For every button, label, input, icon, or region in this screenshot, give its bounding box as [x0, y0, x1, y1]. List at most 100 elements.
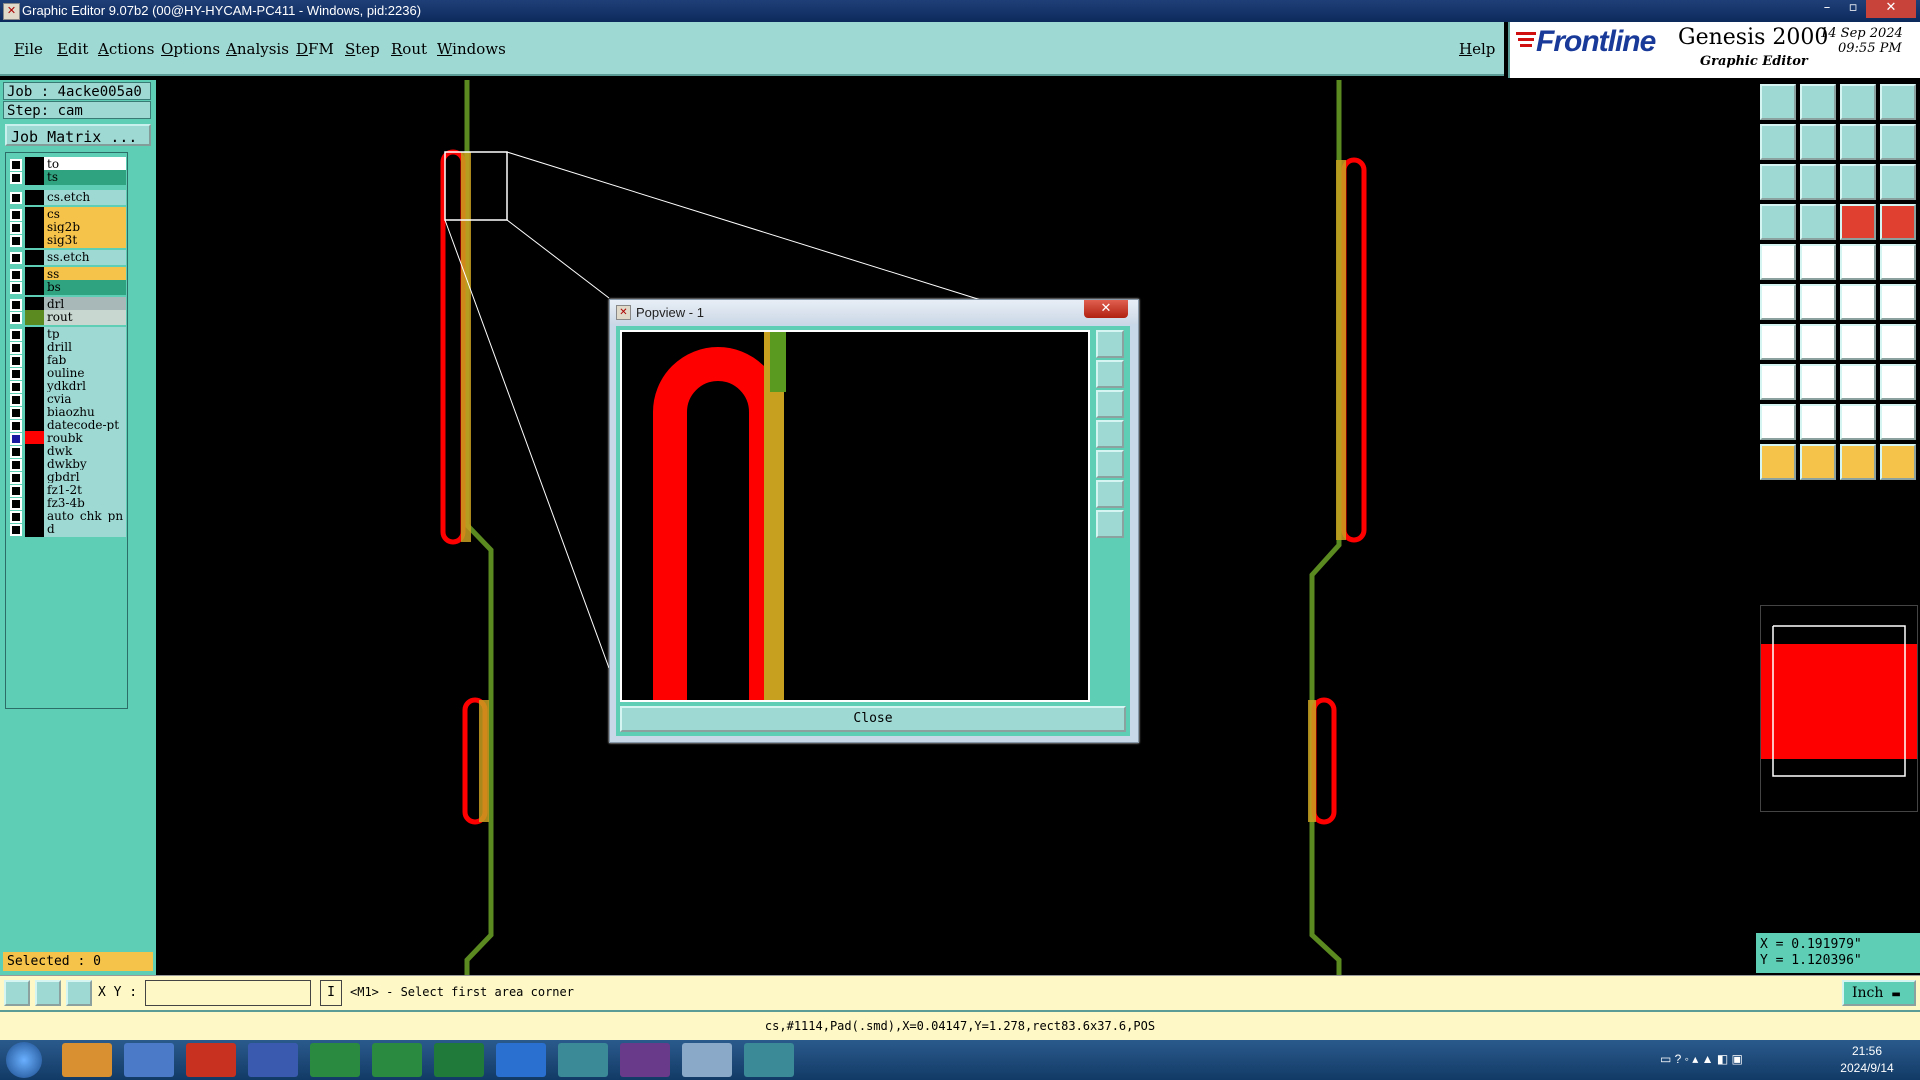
layer-color-swatch[interactable] [25, 310, 44, 325]
help-icon[interactable] [1880, 164, 1916, 200]
fit-icon[interactable] [1760, 164, 1796, 200]
taskbar-docs-icon[interactable] [682, 1043, 732, 1077]
taskbar-arrow-icon[interactable] [496, 1043, 546, 1077]
a2-icon[interactable] [1840, 404, 1876, 440]
layer-color-swatch[interactable] [25, 250, 44, 265]
home-icon[interactable] [1840, 84, 1876, 120]
a-icon[interactable] [1800, 404, 1836, 440]
arc-icon[interactable] [1840, 324, 1876, 360]
layout-icon[interactable] [1880, 84, 1916, 120]
taskbar-shell-icon[interactable] [62, 1043, 112, 1077]
popview-canvas[interactable] [620, 330, 1090, 702]
clock-date[interactable]: 2024/9/14 [1826, 1061, 1908, 1075]
popview-zoom-out-icon[interactable] [1096, 510, 1124, 538]
grid-icon[interactable] [66, 980, 92, 1006]
resize-icon[interactable] [1840, 364, 1876, 400]
layer-color-swatch[interactable] [25, 233, 44, 248]
menu-help[interactable]: Help [1459, 40, 1495, 58]
probe-icon[interactable] [1800, 204, 1836, 240]
layer-name[interactable]: ts [44, 170, 126, 185]
popview-zoom-fit-icon[interactable] [1096, 330, 1124, 358]
taskbar-x-icon[interactable] [620, 1043, 670, 1077]
pan-left-icon[interactable] [1760, 124, 1796, 160]
popview-close-icon[interactable]: ✕ [1084, 300, 1128, 318]
line-red-icon[interactable] [1800, 244, 1836, 280]
taskbar-notepad-icon[interactable] [124, 1043, 174, 1077]
circle-icon[interactable] [1880, 244, 1916, 280]
pointer-icon[interactable] [1760, 444, 1796, 480]
layer-checkbox[interactable] [10, 252, 22, 264]
snap-icon[interactable] [4, 980, 30, 1006]
layer-color-swatch[interactable] [25, 522, 44, 537]
taskbar-p-icon[interactable] [310, 1043, 360, 1077]
popview-pan-right-icon[interactable] [1096, 450, 1124, 478]
rout-chain-icon[interactable] [1840, 204, 1876, 240]
menu-rout[interactable]: Rout [391, 40, 427, 58]
compare-icon[interactable] [1880, 204, 1916, 240]
popview-zoom-in-icon[interactable] [1096, 480, 1124, 508]
taskbar-eye-icon[interactable] [558, 1043, 608, 1077]
layer-row[interactable]: d [6, 522, 127, 537]
slash-icon[interactable] [1800, 324, 1836, 360]
flip-icon[interactable] [1880, 124, 1916, 160]
popview-pan-left-icon[interactable] [1096, 420, 1124, 448]
layer-checkbox[interactable] [10, 192, 22, 204]
popview-title-bar[interactable]: ✕ Popview - 1 ✕ [610, 300, 1138, 324]
minus-icon[interactable] [1800, 364, 1836, 400]
cross-icon[interactable] [1800, 284, 1836, 320]
maximize-button[interactable]: ▫ [1840, 0, 1866, 18]
layer-row[interactable]: rout [6, 310, 127, 325]
menu-windows[interactable]: Windows [437, 40, 506, 58]
snap-point-icon[interactable] [1880, 284, 1916, 320]
move-icon[interactable] [1760, 284, 1796, 320]
layer-color-swatch[interactable] [25, 190, 44, 205]
layer-color-swatch[interactable] [25, 170, 44, 185]
cursor-mode-icon[interactable]: I [320, 980, 342, 1006]
drill-icon[interactable] [1760, 204, 1796, 240]
open-job-icon[interactable] [1760, 84, 1796, 120]
triangle-icon[interactable] [1760, 404, 1796, 440]
taskbar-excel-icon[interactable] [434, 1043, 484, 1077]
tray-icons[interactable]: ▭ ? ◦ ▴ ▲ ◧ ▣ [1660, 1052, 1810, 1068]
layer-row[interactable]: sig3t [6, 233, 127, 248]
ruler-icon[interactable] [1840, 244, 1876, 280]
pad-icon[interactable] [1760, 244, 1796, 280]
taskbar-eye2-icon[interactable] [744, 1043, 794, 1077]
menu-options[interactable]: Options [161, 40, 220, 58]
popview-pan-down-icon[interactable] [1096, 390, 1124, 418]
polygon-icon[interactable] [1880, 324, 1916, 360]
save-icon[interactable] [1800, 84, 1836, 120]
layer-checkbox[interactable] [10, 235, 22, 247]
layer-name[interactable]: bs [44, 280, 126, 295]
layer-checkbox[interactable] [10, 282, 22, 294]
layer-row[interactable]: cs.etch [6, 190, 127, 205]
layer-row[interactable]: ts [6, 170, 127, 185]
layer-checkbox[interactable] [10, 524, 22, 536]
overview-map[interactable] [1760, 605, 1918, 812]
window-title-bar[interactable]: ✕ Graphic Editor 9.07b2 (00@HY-HYCAM-PC4… [0, 0, 1920, 22]
pan-right-icon[interactable] [1800, 124, 1836, 160]
a3-icon[interactable] [1880, 404, 1916, 440]
layer-row[interactable]: bs [6, 280, 127, 295]
pointer-select-icon[interactable] [1840, 444, 1876, 480]
layer-name[interactable]: sig3t [44, 233, 126, 248]
select-box-icon[interactable] [1760, 364, 1796, 400]
center-icon[interactable] [1800, 164, 1836, 200]
layer-name[interactable]: ss.etch [44, 250, 126, 265]
popview-window[interactable]: ✕ Popview - 1 ✕ Close [609, 299, 1139, 743]
line-draw-icon[interactable] [1760, 324, 1796, 360]
menu-edit[interactable]: Edit [57, 40, 88, 58]
menu-dfm[interactable]: DFM [296, 40, 334, 58]
popview-close-button[interactable]: Close [620, 706, 1126, 732]
units-selector[interactable]: Inch ▬ [1842, 980, 1916, 1006]
minimize-button[interactable]: – [1814, 0, 1840, 18]
cluster-icon[interactable] [1880, 364, 1916, 400]
job-matrix-button[interactable]: Job Matrix ... [5, 124, 151, 146]
connect-icon[interactable] [1840, 284, 1876, 320]
layer-color-swatch[interactable] [25, 280, 44, 295]
menu-actions[interactable]: Actions [98, 40, 154, 58]
layer-name[interactable]: d [44, 522, 126, 537]
pointer-route-icon[interactable] [1880, 444, 1916, 480]
clock-time[interactable]: 21:56 [1832, 1044, 1902, 1058]
popview-pan-up-icon[interactable] [1096, 360, 1124, 388]
